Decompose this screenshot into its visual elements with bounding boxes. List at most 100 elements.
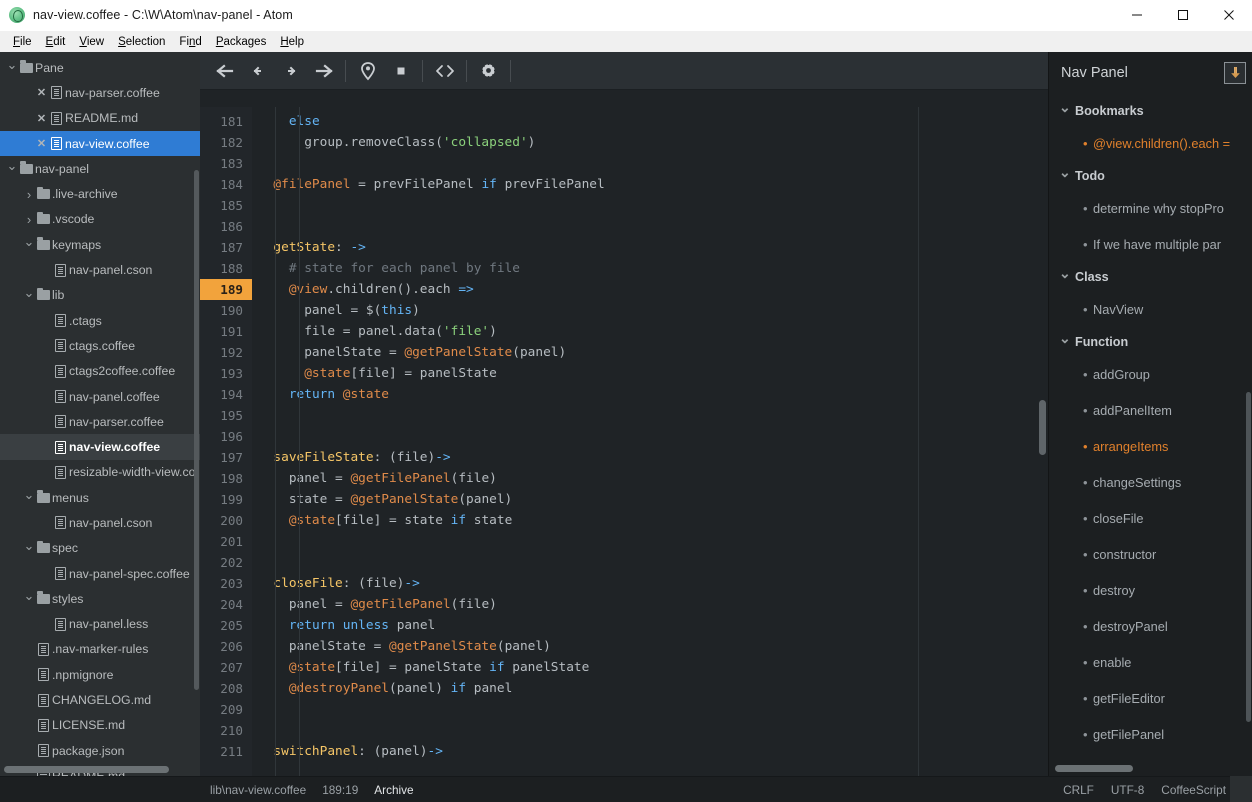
status-grammar[interactable]: CoffeeScript [1161,783,1226,797]
map-pin-icon[interactable] [351,56,384,86]
code-line[interactable]: group.removeClass('collapsed') [252,132,1048,153]
nav-item[interactable]: • enable [1049,644,1252,680]
nav-item[interactable]: • addPanelItem [1049,392,1252,428]
code-line[interactable]: return @state [252,384,1048,405]
tree-view[interactable]: ⌄ Pane ✕ nav-parser.coffee ✕ README.md ✕ nav-vi… [0,52,200,776]
code-line[interactable]: panelState = @getPanelState(panel) [252,342,1048,363]
tree-item-resizable-width-view-co[interactable]: resizable-width-view.co [0,460,200,485]
code-line[interactable]: panel = $(this) [252,300,1048,321]
code-line[interactable]: panelState = @getPanelState(panel) [252,636,1048,657]
back-arrow-icon[interactable] [208,56,241,86]
chevron-right-icon[interactable]: › [23,188,35,201]
tree-item-nav-panel-spec-coffee[interactable]: nav-panel-spec.coffee [0,561,200,586]
code-line[interactable]: @filePanel = prevFilePanel if prevFilePa… [252,174,1048,195]
tree-item--npmignore[interactable]: .npmignore [0,662,200,687]
tree-item-nav-panel-coffee[interactable]: nav-panel.coffee [0,384,200,409]
nav-item[interactable]: • constructor [1049,536,1252,572]
collapse-all-icon[interactable] [1224,62,1246,84]
nav-panel[interactable]: Nav Panel ⌄ Bookmarks • @view.children().ea… [1048,52,1252,776]
tree-item-nav-panel-less[interactable]: nav-panel.less [0,612,200,637]
tree-item-nav-view-coffee[interactable]: nav-view.coffee [0,434,200,460]
tree-item-nav-parser-coffee[interactable]: ✕ nav-parser.coffee [0,80,200,105]
forward-arrow-icon[interactable] [307,56,340,86]
nav-item[interactable]: • getFilePanel [1049,716,1252,752]
tree-item-readme-md[interactable]: ✕ README.md [0,106,200,131]
nav-item[interactable]: • determine why stopPro [1049,190,1252,226]
tree-item-license-md[interactable]: LICENSE.md [0,713,200,738]
gear-icon[interactable] [472,56,505,86]
tree-item-pane[interactable]: ⌄ Pane [0,55,200,80]
tree-item-nav-parser-coffee[interactable]: nav-parser.coffee [0,409,200,434]
tree-horizontal-scrollbar[interactable] [4,766,169,773]
editor-vertical-scrollbar[interactable] [1039,400,1046,455]
code-line[interactable]: state = @getPanelState(panel) [252,489,1048,510]
code-line[interactable]: return unless panel [252,615,1048,636]
tree-item-changelog-md[interactable]: CHANGELOG.md [0,687,200,712]
code-line[interactable]: closeFile: (file)-> [252,573,1048,594]
code-line[interactable] [252,153,1048,174]
tree-item-nav-view-coffee[interactable]: ✕ nav-view.coffee [0,130,200,157]
status-branch[interactable]: Archive [374,783,413,797]
code-line[interactable]: panel = @getFilePanel(file) [252,468,1048,489]
menu-file[interactable]: File [6,34,39,50]
nav-group-todo[interactable]: ⌄ Todo [1049,161,1252,190]
nav-group-bookmarks[interactable]: ⌄ Bookmarks [1049,96,1252,125]
nav-item[interactable]: • destroy [1049,572,1252,608]
code-line[interactable] [252,405,1048,426]
chevron-right-icon[interactable]: › [23,213,35,226]
nav-panel-horizontal-scrollbar[interactable] [1055,765,1133,772]
code-line[interactable]: panel = @getFilePanel(file) [252,594,1048,615]
code-brackets-icon[interactable] [428,56,461,86]
code-content[interactable]: group.addClass('collapsed') else group.r… [252,90,1048,776]
tree-item--live-archive[interactable]: › .live-archive [0,181,200,206]
minimize-button[interactable] [1114,0,1160,31]
nav-item[interactable]: • closeFile [1049,500,1252,536]
chevron-down-icon[interactable]: ⌄ [23,286,35,299]
tree-item-nav-panel-cson[interactable]: nav-panel.cson [0,257,200,282]
code-line[interactable] [252,195,1048,216]
tree-item-nav-panel[interactable]: ⌄ nav-panel [0,156,200,181]
chevron-down-icon[interactable]: ⌄ [1059,330,1075,347]
menu-find[interactable]: Find [172,34,208,50]
chevron-down-icon[interactable]: ⌄ [23,488,35,501]
tree-item-nav-panel-cson[interactable]: nav-panel.cson [0,510,200,535]
menu-view[interactable]: View [72,34,111,50]
step-right-icon[interactable] [274,56,307,86]
nav-item[interactable]: • addGroup [1049,356,1252,392]
chevron-down-icon[interactable]: ⌄ [23,539,35,552]
nav-item[interactable]: • NavView [1049,291,1252,327]
close-button[interactable] [1206,0,1252,31]
stop-square-icon[interactable] [384,56,417,86]
nav-group-class[interactable]: ⌄ Class [1049,262,1252,291]
nav-item[interactable]: • destroyPanel [1049,608,1252,644]
tree-item-ctags-coffee[interactable]: ctags.coffee [0,333,200,358]
nav-item[interactable]: • If we have multiple par [1049,226,1252,262]
code-line[interactable]: @state[file] = panelState [252,363,1048,384]
code-line[interactable]: @destroyPanel(panel) if panel [252,678,1048,699]
tree-item-package-json[interactable]: package.json [0,738,200,763]
nav-item[interactable]: • @view.children().each = [1049,125,1252,161]
chevron-down-icon[interactable]: ⌄ [23,589,35,602]
close-icon[interactable]: ✕ [35,137,48,150]
tree-item--ctags[interactable]: .ctags [0,308,200,333]
code-line[interactable] [252,552,1048,573]
code-line[interactable]: switchPanel: (panel)-> [252,741,1048,762]
code-editor[interactable]: 1801811821831841851861871881891901911921… [200,90,1048,776]
menu-edit[interactable]: Edit [39,34,73,50]
close-icon[interactable]: ✕ [35,86,48,99]
code-line[interactable]: @view.children().each => [252,279,1048,300]
close-icon[interactable]: ✕ [35,112,48,125]
code-line[interactable] [252,531,1048,552]
chevron-down-icon[interactable]: ⌄ [1059,265,1075,282]
menu-packages[interactable]: Packages [209,34,274,50]
tree-item-menus[interactable]: ⌄ menus [0,485,200,510]
tree-item-lib[interactable]: ⌄ lib [0,283,200,308]
menu-help[interactable]: Help [273,34,311,50]
resize-grip[interactable] [1230,776,1252,802]
tree-item-keymaps[interactable]: ⌄ keymaps [0,232,200,257]
menu-selection[interactable]: Selection [111,34,172,50]
chevron-down-icon[interactable]: ⌄ [6,58,18,71]
tree-item-spec[interactable]: ⌄ spec [0,536,200,561]
code-line[interactable]: @state[file] = state if state [252,510,1048,531]
nav-item[interactable]: • arrangeItems [1049,428,1252,464]
